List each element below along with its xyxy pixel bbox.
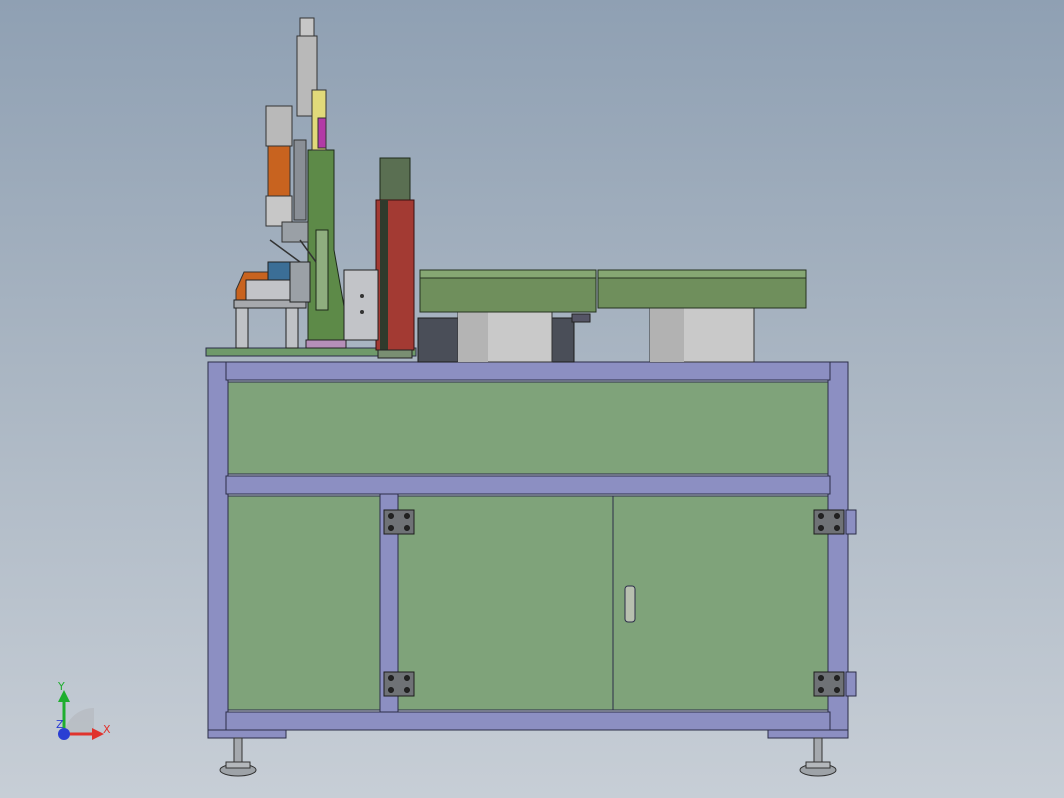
left-post bbox=[207, 361, 229, 733]
top-rail bbox=[225, 361, 831, 381]
triad-z-label: Z bbox=[56, 718, 64, 731]
base-plate-left bbox=[207, 729, 287, 739]
door-handle bbox=[624, 585, 636, 623]
cabinet bbox=[207, 361, 857, 739]
middle-rail bbox=[225, 475, 831, 495]
hinge-top-left bbox=[383, 509, 415, 535]
base-plate-right bbox=[767, 729, 849, 739]
hinge-top-right bbox=[813, 509, 845, 535]
side-bracket-bottom bbox=[845, 671, 857, 697]
hinge-bottom-right bbox=[813, 671, 845, 697]
support-bracket bbox=[305, 149, 379, 349]
lower-left-panel bbox=[227, 495, 381, 711]
vertical-cylinder-tall bbox=[296, 17, 327, 151]
triad-x-label: X bbox=[103, 723, 111, 736]
door-right bbox=[612, 495, 829, 711]
coordinate-triad: Y X Z bbox=[56, 680, 111, 740]
upper-panel bbox=[227, 381, 829, 475]
bowl-feeder-2 bbox=[597, 269, 807, 363]
bowl-feeder-1 bbox=[417, 269, 597, 363]
side-bracket-top bbox=[845, 509, 857, 535]
foot-left-stem bbox=[233, 737, 243, 763]
motor-assembly bbox=[265, 105, 309, 243]
leveling-feet bbox=[219, 737, 837, 777]
door-left bbox=[397, 495, 614, 711]
work-fixture bbox=[233, 239, 317, 349]
machine-drawing: Y X Z bbox=[56, 17, 857, 777]
triad-y-label: Y bbox=[57, 680, 65, 693]
bottom-rail bbox=[225, 711, 831, 731]
linear-module bbox=[375, 157, 415, 359]
foot-right-stem bbox=[813, 737, 823, 763]
hinge-bottom-left bbox=[383, 671, 415, 697]
cad-viewport[interactable]: Y X Z bbox=[0, 0, 1064, 798]
